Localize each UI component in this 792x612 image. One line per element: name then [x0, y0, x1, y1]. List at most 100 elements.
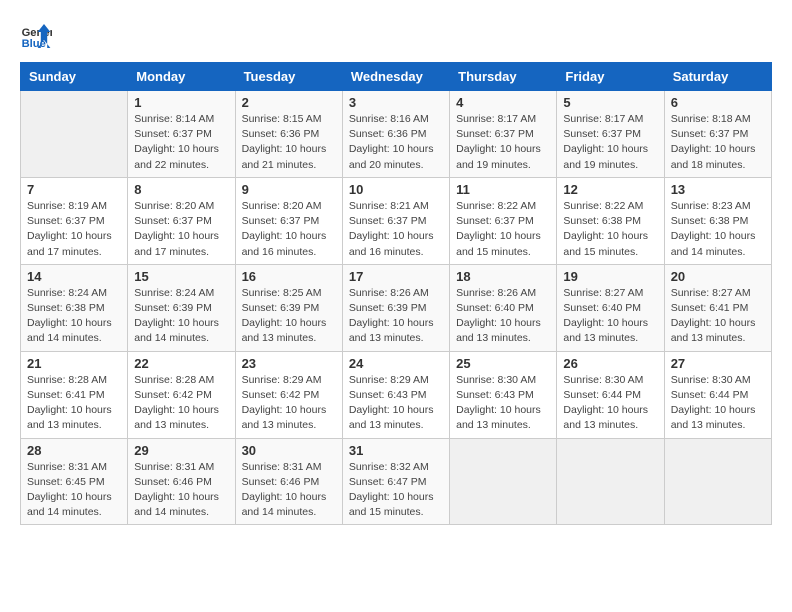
day-number: 28 [27, 443, 121, 458]
logo: General Blue [20, 20, 52, 52]
day-cell: 27 Sunrise: 8:30 AMSunset: 6:44 PMDayligh… [664, 351, 771, 438]
day-cell: 29 Sunrise: 8:31 AMSunset: 6:46 PMDayligh… [128, 438, 235, 525]
day-info: Sunrise: 8:32 AMSunset: 6:47 PMDaylight:… [349, 460, 443, 521]
day-cell: 17 Sunrise: 8:26 AMSunset: 6:39 PMDayligh… [342, 264, 449, 351]
day-header-monday: Monday [128, 63, 235, 91]
day-number: 17 [349, 269, 443, 284]
day-cell: 12 Sunrise: 8:22 AMSunset: 6:38 PMDayligh… [557, 177, 664, 264]
day-number: 25 [456, 356, 550, 371]
day-number: 12 [563, 182, 657, 197]
day-cell [664, 438, 771, 525]
day-number: 21 [27, 356, 121, 371]
day-number: 31 [349, 443, 443, 458]
week-row-1: 1 Sunrise: 8:14 AMSunset: 6:37 PMDaylight… [21, 91, 772, 178]
day-info: Sunrise: 8:31 AMSunset: 6:45 PMDaylight:… [27, 460, 121, 521]
day-cell: 1 Sunrise: 8:14 AMSunset: 6:37 PMDaylight… [128, 91, 235, 178]
day-cell [450, 438, 557, 525]
day-info: Sunrise: 8:20 AMSunset: 6:37 PMDaylight:… [242, 199, 336, 260]
day-header-tuesday: Tuesday [235, 63, 342, 91]
day-number: 18 [456, 269, 550, 284]
day-cell: 24Sunrise: 8:29 AMSunset: 6:43 PMDayligh… [342, 351, 449, 438]
day-cell: 22 Sunrise: 8:28 AMSunset: 6:42 PMDayligh… [128, 351, 235, 438]
day-cell: 18 Sunrise: 8:26 AMSunset: 6:40 PMDayligh… [450, 264, 557, 351]
day-info: Sunrise: 8:22 AMSunset: 6:37 PMDaylight:… [456, 199, 550, 260]
day-number: 5 [563, 95, 657, 110]
page-header: General Blue [20, 20, 772, 52]
day-cell: 26 Sunrise: 8:30 AMSunset: 6:44 PMDayligh… [557, 351, 664, 438]
day-cell: 20 Sunrise: 8:27 AMSunset: 6:41 PMDayligh… [664, 264, 771, 351]
day-number: 20 [671, 269, 765, 284]
day-cell: 23 Sunrise: 8:29 AMSunset: 6:42 PMDayligh… [235, 351, 342, 438]
day-info: Sunrise: 8:21 AMSunset: 6:37 PMDaylight:… [349, 199, 443, 260]
day-cell [557, 438, 664, 525]
day-number: 29 [134, 443, 228, 458]
day-info: Sunrise: 8:14 AMSunset: 6:37 PMDaylight:… [134, 112, 228, 173]
day-info: Sunrise: 8:28 AMSunset: 6:42 PMDaylight:… [134, 373, 228, 434]
day-info: Sunrise: 8:27 AMSunset: 6:41 PMDaylight:… [671, 286, 765, 347]
day-info: Sunrise: 8:24 AMSunset: 6:38 PMDaylight:… [27, 286, 121, 347]
day-cell: 7 Sunrise: 8:19 AMSunset: 6:37 PMDaylight… [21, 177, 128, 264]
day-number: 14 [27, 269, 121, 284]
day-cell: 28 Sunrise: 8:31 AMSunset: 6:45 PMDayligh… [21, 438, 128, 525]
day-info: Sunrise: 8:17 AMSunset: 6:37 PMDaylight:… [456, 112, 550, 173]
day-info: Sunrise: 8:31 AMSunset: 6:46 PMDaylight:… [134, 460, 228, 521]
day-cell: 14 Sunrise: 8:24 AMSunset: 6:38 PMDayligh… [21, 264, 128, 351]
day-number: 11 [456, 182, 550, 197]
day-cell: 8 Sunrise: 8:20 AMSunset: 6:37 PMDaylight… [128, 177, 235, 264]
day-info: Sunrise: 8:22 AMSunset: 6:38 PMDaylight:… [563, 199, 657, 260]
day-number: 3 [349, 95, 443, 110]
day-cell: 16 Sunrise: 8:25 AMSunset: 6:39 PMDayligh… [235, 264, 342, 351]
day-cell: 30Sunrise: 8:31 AMSunset: 6:46 PMDayligh… [235, 438, 342, 525]
day-info: Sunrise: 8:26 AMSunset: 6:40 PMDaylight:… [456, 286, 550, 347]
logo-icon: General Blue [20, 20, 52, 52]
day-cell: 6Sunrise: 8:18 AMSunset: 6:37 PMDaylight… [664, 91, 771, 178]
day-cell [21, 91, 128, 178]
day-cell: 5 Sunrise: 8:17 AMSunset: 6:37 PMDaylight… [557, 91, 664, 178]
day-cell: 9 Sunrise: 8:20 AMSunset: 6:37 PMDaylight… [235, 177, 342, 264]
day-info: Sunrise: 8:24 AMSunset: 6:39 PMDaylight:… [134, 286, 228, 347]
day-number: 7 [27, 182, 121, 197]
week-row-2: 7 Sunrise: 8:19 AMSunset: 6:37 PMDaylight… [21, 177, 772, 264]
day-info: Sunrise: 8:20 AMSunset: 6:37 PMDaylight:… [134, 199, 228, 260]
day-header-thursday: Thursday [450, 63, 557, 91]
day-number: 6 [671, 95, 765, 110]
week-row-5: 28 Sunrise: 8:31 AMSunset: 6:45 PMDayligh… [21, 438, 772, 525]
day-cell: 10 Sunrise: 8:21 AMSunset: 6:37 PMDayligh… [342, 177, 449, 264]
day-info: Sunrise: 8:30 AMSunset: 6:44 PMDaylight:… [563, 373, 657, 434]
day-header-sunday: Sunday [21, 63, 128, 91]
day-info: Sunrise: 8:30 AMSunset: 6:43 PMDaylight:… [456, 373, 550, 434]
day-number: 1 [134, 95, 228, 110]
week-row-3: 14 Sunrise: 8:24 AMSunset: 6:38 PMDayligh… [21, 264, 772, 351]
day-info: Sunrise: 8:26 AMSunset: 6:39 PMDaylight:… [349, 286, 443, 347]
day-info: Sunrise: 8:31 AMSunset: 6:46 PMDaylight:… [242, 460, 336, 521]
day-number: 10 [349, 182, 443, 197]
day-number: 22 [134, 356, 228, 371]
day-header-wednesday: Wednesday [342, 63, 449, 91]
day-cell: 31 Sunrise: 8:32 AMSunset: 6:47 PMDayligh… [342, 438, 449, 525]
day-number: 23 [242, 356, 336, 371]
day-cell: 3Sunrise: 8:16 AMSunset: 6:36 PMDaylight… [342, 91, 449, 178]
day-header-friday: Friday [557, 63, 664, 91]
day-number: 26 [563, 356, 657, 371]
day-number: 19 [563, 269, 657, 284]
day-cell: 11 Sunrise: 8:22 AMSunset: 6:37 PMDayligh… [450, 177, 557, 264]
day-info: Sunrise: 8:29 AMSunset: 6:42 PMDaylight:… [242, 373, 336, 434]
day-cell: 2Sunrise: 8:15 AMSunset: 6:36 PMDaylight… [235, 91, 342, 178]
day-info: Sunrise: 8:30 AMSunset: 6:44 PMDaylight:… [671, 373, 765, 434]
day-cell: 21 Sunrise: 8:28 AMSunset: 6:41 PMDayligh… [21, 351, 128, 438]
day-number: 24 [349, 356, 443, 371]
days-header-row: SundayMondayTuesdayWednesdayThursdayFrid… [21, 63, 772, 91]
day-number: 8 [134, 182, 228, 197]
day-number: 16 [242, 269, 336, 284]
day-info: Sunrise: 8:17 AMSunset: 6:37 PMDaylight:… [563, 112, 657, 173]
day-info: Sunrise: 8:19 AMSunset: 6:37 PMDaylight:… [27, 199, 121, 260]
day-info: Sunrise: 8:28 AMSunset: 6:41 PMDaylight:… [27, 373, 121, 434]
day-number: 9 [242, 182, 336, 197]
day-number: 27 [671, 356, 765, 371]
day-info: Sunrise: 8:15 AMSunset: 6:36 PMDaylight:… [242, 112, 336, 173]
calendar-table: SundayMondayTuesdayWednesdayThursdayFrid… [20, 62, 772, 525]
day-number: 4 [456, 95, 550, 110]
day-info: Sunrise: 8:27 AMSunset: 6:40 PMDaylight:… [563, 286, 657, 347]
day-cell: 4 Sunrise: 8:17 AMSunset: 6:37 PMDaylight… [450, 91, 557, 178]
day-info: Sunrise: 8:25 AMSunset: 6:39 PMDaylight:… [242, 286, 336, 347]
